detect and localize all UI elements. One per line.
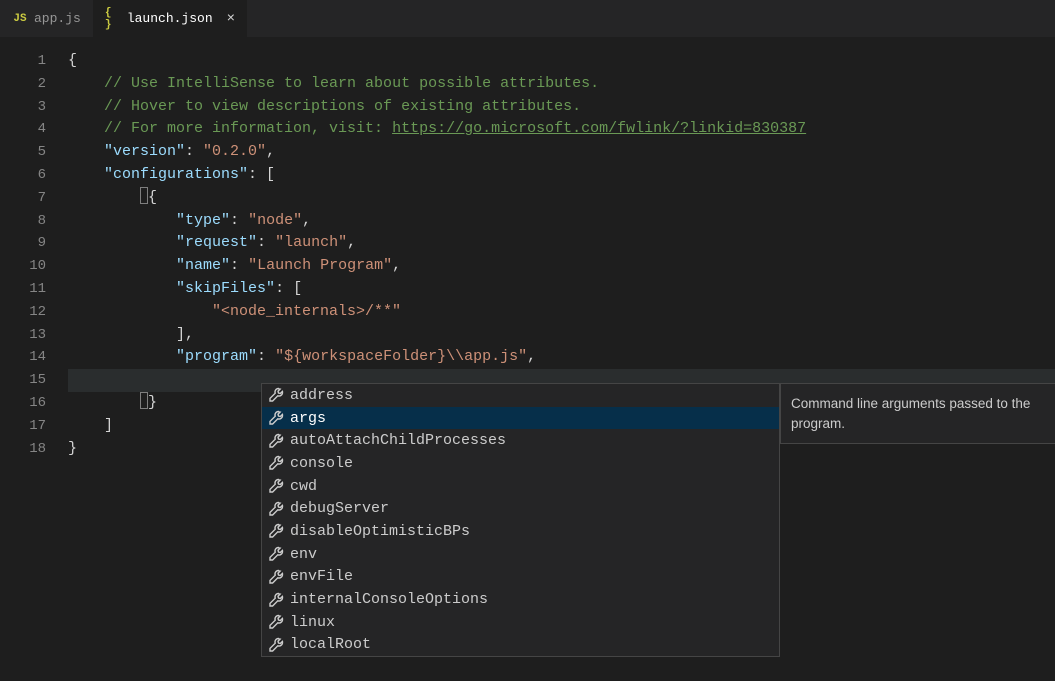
suggest-label: address — [290, 387, 353, 404]
suggest-label: console — [290, 455, 353, 472]
suggest-label: env — [290, 546, 317, 563]
line-number: 13 — [0, 324, 46, 347]
wrench-icon — [268, 478, 284, 494]
suggest-label: args — [290, 410, 326, 427]
wrench-icon — [268, 455, 284, 471]
line-number: 10 — [0, 255, 46, 278]
tab-launch-json[interactable]: { } launch.json × — [93, 0, 247, 37]
wrench-icon — [268, 433, 284, 449]
json-value: "${workspaceFolder}\\app.js" — [275, 348, 527, 365]
suggest-label: internalConsoleOptions — [290, 591, 488, 608]
wrench-icon — [268, 501, 284, 517]
suggest-item[interactable]: envFile — [262, 566, 779, 589]
comment: // For more information, visit: — [104, 120, 392, 137]
link[interactable]: https://go.microsoft.com/fwlink/?linkid=… — [392, 120, 806, 137]
wrench-icon — [268, 546, 284, 562]
js-icon: JS — [12, 11, 28, 27]
tab-label: app.js — [34, 11, 81, 26]
suggest-item[interactable]: console — [262, 452, 779, 475]
suggest-item[interactable]: env — [262, 543, 779, 566]
json-icon: { } — [105, 11, 121, 27]
suggest-item[interactable]: internalConsoleOptions — [262, 588, 779, 611]
wrench-icon — [268, 592, 284, 608]
json-key: "skipFiles" — [176, 280, 275, 297]
wrench-icon — [268, 614, 284, 630]
editor: 123456789101112131415161718 { // Use Int… — [0, 38, 1055, 681]
line-number: 17 — [0, 415, 46, 438]
suggest-label: localRoot — [290, 636, 371, 653]
line-number: 1 — [0, 50, 46, 73]
suggest-label: debugServer — [290, 500, 389, 517]
suggest-item[interactable]: address — [262, 384, 779, 407]
wrench-icon — [268, 637, 284, 653]
json-key: "version" — [104, 143, 185, 160]
suggest-item[interactable]: disableOptimisticBPs — [262, 520, 779, 543]
json-key: "name" — [176, 257, 230, 274]
suggest-item[interactable]: debugServer — [262, 497, 779, 520]
wrench-icon — [268, 410, 284, 426]
line-number: 18 — [0, 438, 46, 461]
json-value: "node" — [248, 212, 302, 229]
tab-app-js[interactable]: JS app.js — [0, 0, 93, 37]
suggest-item[interactable]: localRoot — [262, 634, 779, 657]
tab-bar: JS app.js { } launch.json × — [0, 0, 1055, 38]
line-number: 12 — [0, 301, 46, 324]
suggest-widget[interactable]: address args autoAttachChildProcesses conso… — [261, 383, 780, 657]
suggest-item[interactable]: autoAttachChildProcesses — [262, 429, 779, 452]
wrench-icon — [268, 523, 284, 539]
suggest-label: linux — [290, 614, 335, 631]
line-number: 11 — [0, 278, 46, 301]
suggest-label: envFile — [290, 568, 353, 585]
suggest-item[interactable]: linux — [262, 611, 779, 634]
suggest-item[interactable]: args — [262, 407, 779, 430]
json-key: "request" — [176, 234, 257, 251]
comment: // Hover to view descriptions of existin… — [104, 98, 581, 115]
suggest-documentation: Command line arguments passed to the pro… — [780, 383, 1055, 444]
wrench-icon — [268, 387, 284, 403]
line-number: 15 — [0, 369, 46, 392]
suggest-label: disableOptimisticBPs — [290, 523, 470, 540]
line-number: 16 — [0, 392, 46, 415]
code-area[interactable]: { // Use IntelliSense to learn about pos… — [68, 38, 1055, 681]
line-number: 3 — [0, 96, 46, 119]
suggest-item[interactable]: cwd — [262, 475, 779, 498]
doc-text: Command line arguments passed to the pro… — [791, 396, 1030, 431]
line-number: 14 — [0, 346, 46, 369]
line-numbers: 123456789101112131415161718 — [0, 38, 68, 681]
wrench-icon — [268, 569, 284, 585]
comment: // Use IntelliSense to learn about possi… — [104, 75, 599, 92]
line-number: 5 — [0, 141, 46, 164]
json-value: "0.2.0" — [203, 143, 266, 160]
json-value: "<node_internals>/**" — [212, 303, 401, 320]
tab-label: launch.json — [127, 11, 213, 26]
line-number: 9 — [0, 232, 46, 255]
suggest-label: cwd — [290, 478, 317, 495]
json-key: "configurations" — [104, 166, 248, 183]
json-value: "Launch Program" — [248, 257, 392, 274]
json-key: "program" — [176, 348, 257, 365]
json-value: "launch" — [275, 234, 347, 251]
line-number: 6 — [0, 164, 46, 187]
line-number: 7 — [0, 187, 46, 210]
suggest-label: autoAttachChildProcesses — [290, 432, 506, 449]
close-icon[interactable]: × — [219, 12, 235, 26]
line-number: 4 — [0, 118, 46, 141]
json-key: "type" — [176, 212, 230, 229]
line-number: 8 — [0, 210, 46, 233]
line-number: 2 — [0, 73, 46, 96]
